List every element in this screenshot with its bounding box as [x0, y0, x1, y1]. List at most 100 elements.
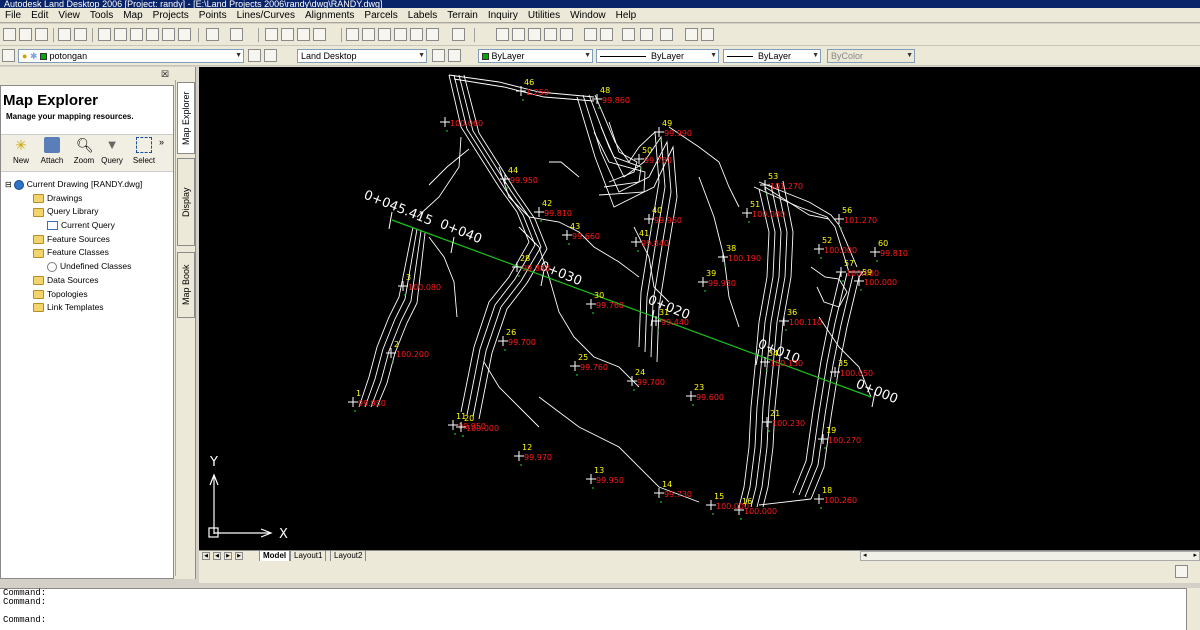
menu-help[interactable]: Help [611, 8, 642, 23]
zoom-realtime-icon[interactable] [281, 28, 294, 41]
menu-points[interactable]: Points [194, 8, 232, 23]
menu-projects[interactable]: Projects [148, 8, 194, 23]
tab-map-book[interactable]: Map Book [177, 252, 195, 318]
undo-icon[interactable] [206, 28, 219, 41]
lineweight-combo[interactable]: ByLayer ▼ [723, 49, 821, 63]
tool-palettes-icon[interactable] [378, 28, 391, 41]
tab-display[interactable]: Display [177, 158, 195, 246]
viewport-icon[interactable] [1175, 565, 1188, 578]
map-tool-12-icon[interactable] [701, 28, 714, 41]
survey-point[interactable]: 35100.050 [830, 359, 873, 382]
survey-point[interactable]: 1399.950 [586, 466, 624, 489]
close-icon[interactable]: ☒ [161, 69, 169, 80]
new-file-icon[interactable] [3, 28, 16, 41]
calculator-icon[interactable] [426, 28, 439, 41]
survey-point[interactable]: 3100.080 [398, 273, 441, 296]
survey-point[interactable]: 461.250 [516, 78, 549, 101]
survey-point[interactable]: 4499.950 [500, 166, 538, 189]
save-icon[interactable] [35, 28, 48, 41]
layer-combo[interactable]: ● ✱ potongan ▼ [18, 49, 244, 63]
tree-item[interactable]: Data Sources [5, 274, 173, 288]
zoom-previous-icon[interactable] [313, 28, 326, 41]
map-tool-3-icon[interactable] [528, 28, 541, 41]
tree-item[interactable]: Link Templates [5, 301, 173, 315]
publish-icon[interactable] [178, 28, 191, 41]
markup-icon[interactable] [410, 28, 423, 41]
help-icon[interactable] [452, 28, 465, 41]
tree-item[interactable]: Current Query [5, 219, 173, 233]
map-tool-9-icon[interactable] [640, 28, 653, 41]
map-tool-7-icon[interactable] [600, 28, 613, 41]
first-tab-button[interactable]: ◀ [202, 552, 210, 560]
plot-preview-icon[interactable] [74, 28, 87, 41]
menu-terrain[interactable]: Terrain [442, 8, 483, 23]
command-prompt[interactable]: Command: [0, 616, 1200, 625]
menu-file[interactable]: File [0, 8, 26, 23]
attach-button[interactable]: Attach [37, 137, 67, 165]
menu-window[interactable]: Window [565, 8, 611, 23]
tree-item[interactable]: Drawings [5, 192, 173, 206]
survey-point[interactable]: 1499.730 [654, 480, 692, 503]
color-combo[interactable]: ByLayer ▼ [478, 49, 593, 63]
survey-point[interactable]: 3099.760 [586, 291, 624, 314]
tree-item[interactable]: Undefined Classes [5, 260, 173, 274]
tree-item[interactable]: Feature Classes [5, 246, 173, 260]
map-tool-8-icon[interactable] [622, 28, 635, 41]
survey-point[interactable]: 6099.810 [870, 239, 908, 262]
map-tool-10-icon[interactable] [660, 28, 673, 41]
block-editor-icon[interactable] [162, 28, 175, 41]
map-tool-1-icon[interactable] [496, 28, 509, 41]
prev-tab-button[interactable]: ◀ [213, 552, 221, 560]
open-icon[interactable] [19, 28, 32, 41]
next-tab-button[interactable]: ▶ [224, 552, 232, 560]
pan-icon[interactable] [265, 28, 278, 41]
menu-map[interactable]: Map [118, 8, 147, 23]
query-button[interactable]: ▼ Query [99, 137, 125, 165]
linetype-combo[interactable]: ByLayer ▼ [596, 49, 719, 63]
zoom-button[interactable]: 🔍︎ Zoom [71, 137, 97, 165]
collapse-icon[interactable]: ⊟ [5, 180, 12, 189]
menu-lines-curves[interactable]: Lines/Curves [232, 8, 300, 23]
redo-icon[interactable] [230, 28, 243, 41]
sheet-set-icon[interactable] [394, 28, 407, 41]
menu-view[interactable]: View [53, 8, 85, 23]
survey-point[interactable]: 18100.260 [814, 486, 857, 509]
survey-point[interactable]: 4399.660 [562, 222, 600, 245]
survey-point[interactable]: 1299.970 [514, 443, 552, 466]
menu-labels[interactable]: Labels [403, 8, 442, 23]
horizontal-scrollbar[interactable]: ◂ ▸ [860, 551, 1200, 561]
survey-point[interactable]: 56101.270 [834, 206, 877, 229]
tree-item[interactable]: ⊟ Current Drawing [RANDY.dwg] [5, 178, 173, 192]
match-properties-icon[interactable] [146, 28, 159, 41]
survey-point[interactable]: 2599.760 [570, 353, 608, 376]
survey-point[interactable]: 199.950 [348, 389, 386, 412]
map-tool-2-icon[interactable] [512, 28, 525, 41]
double-chevron-right-icon[interactable]: » [159, 137, 164, 147]
workspace-combo[interactable]: Land Desktop ▼ [297, 49, 427, 63]
cut-icon[interactable] [98, 28, 111, 41]
make-layer-current-icon[interactable] [248, 49, 261, 62]
paste-icon[interactable] [130, 28, 143, 41]
menu-inquiry[interactable]: Inquiry [483, 8, 523, 23]
tree-item[interactable]: Feature Sources [5, 233, 173, 247]
survey-point[interactable]: 100.060 [440, 117, 483, 132]
menu-parcels[interactable]: Parcels [359, 8, 402, 23]
command-scrollbar[interactable] [1186, 588, 1200, 630]
workspace-settings-icon[interactable] [432, 49, 445, 62]
menu-alignments[interactable]: Alignments [300, 8, 359, 23]
properties-icon[interactable] [346, 28, 359, 41]
scroll-left-icon[interactable]: ◂ [863, 551, 867, 559]
map-tool-5-icon[interactable] [560, 28, 573, 41]
scroll-right-icon[interactable]: ▸ [1193, 551, 1197, 559]
layer-manager-icon[interactable] [2, 49, 15, 62]
menu-utilities[interactable]: Utilities [523, 8, 565, 23]
zoom-window-icon[interactable] [297, 28, 310, 41]
survey-point[interactable]: 4099.960 [644, 206, 682, 229]
survey-point[interactable]: 2499.700 [627, 368, 665, 391]
map-tool-4-icon[interactable] [544, 28, 557, 41]
workspace-save-icon[interactable] [448, 49, 461, 62]
survey-point[interactable]: 2399.600 [686, 383, 724, 406]
map-tool-6-icon[interactable] [584, 28, 597, 41]
new-button[interactable]: ✳ New [7, 137, 35, 165]
tree-item[interactable]: Topologies [5, 288, 173, 302]
